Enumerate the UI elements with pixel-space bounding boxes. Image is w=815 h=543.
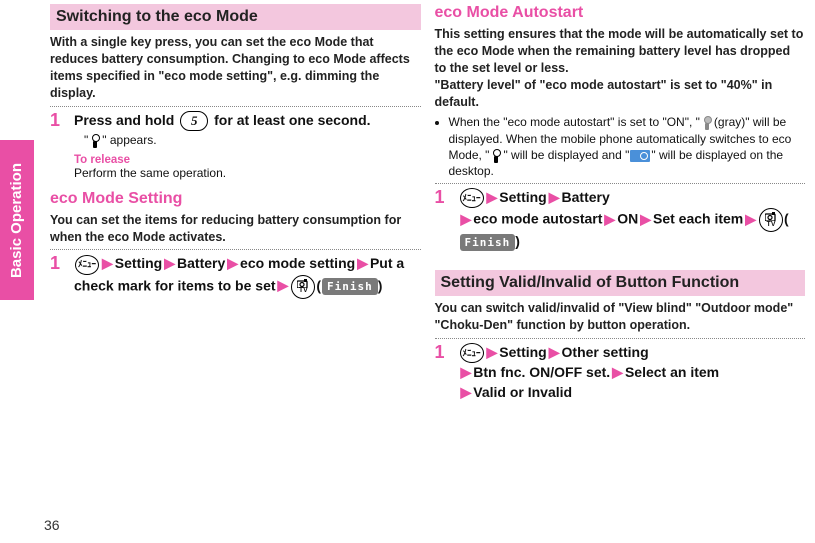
divider [50,106,421,107]
finish-chip: Finish [460,234,516,251]
arrow-icon: ▶ [278,277,289,293]
arrow-icon: ▶ [461,384,472,400]
arrow-icon: ▶ [227,255,238,271]
divider [435,338,806,339]
step-content: Press and hold 5 for at least one second… [74,111,421,180]
sec4-step1: 1 ﾒﾆｭｰ▶Setting▶Other setting ▶Btn fnc. O… [435,343,806,402]
sec2-step1: 1 ﾒﾆｭｰ▶Setting▶Battery▶eco mode setting▶… [50,254,421,298]
step1-appears: "" appears. [84,133,421,148]
content-columns: Switching to the eco Mode With a single … [50,4,805,503]
camera-tv-button-icon: TV [291,275,315,299]
eco-icon [490,149,502,163]
section-bar-switching-eco: Switching to the eco Mode [50,4,421,30]
step-number: 1 [50,111,66,180]
arrow-icon: ▶ [461,364,472,380]
menu-button-icon: ﾒﾆｭｰ [75,255,99,275]
sec4-step1-content: ﾒﾆｭｰ▶Setting▶Other setting ▶Btn fnc. ON/… [459,343,806,402]
left-column: Switching to the eco Mode With a single … [50,4,421,503]
divider [435,183,806,184]
arrow-icon: ▶ [604,211,615,227]
arrow-icon: ▶ [640,211,651,227]
arrow-icon: ▶ [612,364,623,380]
step1-line: Press and hold 5 for at least one second… [74,111,421,131]
right-column: eco Mode Autostart This setting ensures … [435,4,806,503]
arrow-icon: ▶ [102,255,113,271]
section-bar-button-function: Setting Valid/Invalid of Button Function [435,270,806,296]
to-release-body: Perform the same operation. [74,166,421,180]
sec3-step1-content: ﾒﾆｭｰ▶Setting▶Battery ▶eco mode autostart… [459,188,806,252]
menu-button-icon: ﾒﾆｭｰ [460,188,484,208]
arrow-icon: ▶ [487,344,498,360]
side-tab: Basic Operation [0,140,34,300]
eco-desktop-icon [630,150,650,162]
page-number: 36 [44,517,60,533]
sec2-step1-content: ﾒﾆｭｰ▶Setting▶Battery▶eco mode setting▶Pu… [74,254,421,298]
sec1-intro: With a single key press, you can set the… [50,34,421,102]
section-title-eco-setting: eco Mode Setting [50,190,421,208]
sec3-bullet: When the "eco mode autostart" is set to … [449,114,806,179]
sec3-step1: 1 ﾒﾆｭｰ▶Setting▶Battery ▶eco mode autosta… [435,188,806,252]
sec1-step1: 1 Press and hold 5 for at least one seco… [50,111,421,180]
step1-text-b: for at least one second. [214,112,370,128]
arrow-icon: ▶ [487,189,498,205]
arrow-icon: ▶ [549,344,560,360]
step-number: 1 [435,343,451,402]
sec2-intro: You can set the items for reducing batte… [50,212,421,246]
sec3-intro: This setting ensures that the mode will … [435,26,806,110]
camera-tv-button-icon: TV [759,208,783,232]
key-5-icon: 5 [180,111,208,131]
arrow-icon: ▶ [357,255,368,271]
sec3-bullets: When the "eco mode autostart" is set to … [435,114,806,179]
menu-button-icon: ﾒﾆｭｰ [460,343,484,363]
eco-icon-gray [701,116,713,130]
step-number: 1 [435,188,451,252]
sec4-intro: You can switch valid/invalid of "View bl… [435,300,806,334]
section-title-eco-autostart: eco Mode Autostart [435,4,806,22]
eco-icon [89,134,101,148]
arrow-icon: ▶ [745,211,756,227]
to-release-label: To release [74,154,421,166]
side-tab-label: Basic Operation [9,162,26,277]
divider [50,249,421,250]
arrow-icon: ▶ [461,211,472,227]
step-number: 1 [50,254,66,298]
finish-chip: Finish [322,278,378,295]
arrow-icon: ▶ [549,189,560,205]
step1-text-a: Press and hold [74,112,178,128]
arrow-icon: ▶ [164,255,175,271]
